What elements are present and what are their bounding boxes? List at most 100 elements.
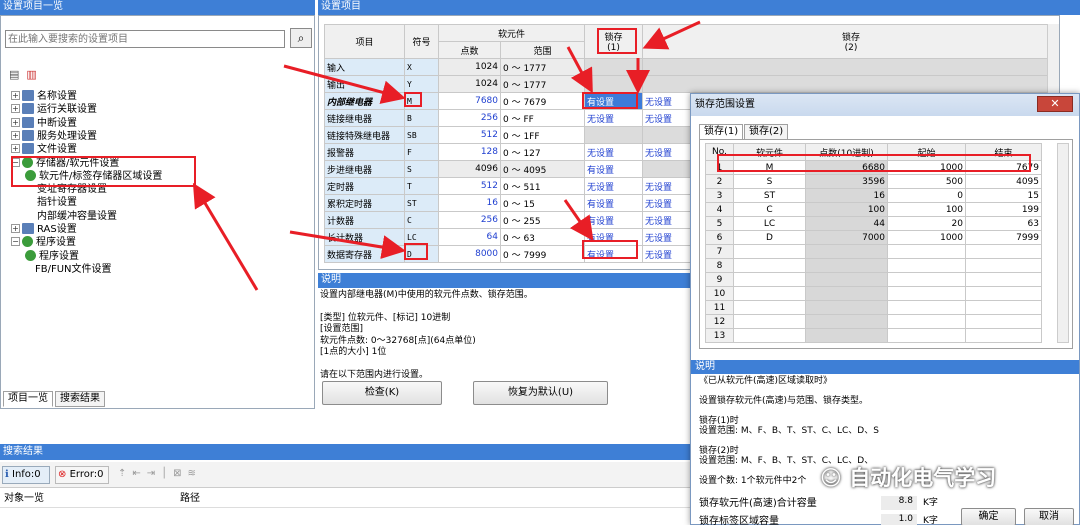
latch-end-cell[interactable]: 4095 <box>965 174 1042 189</box>
latch1-cell[interactable] <box>584 75 644 93</box>
latch-end-cell[interactable] <box>965 244 1042 259</box>
latch1-cell[interactable]: 无设置 <box>584 177 644 195</box>
points-cell[interactable]: 128 <box>438 143 501 161</box>
latch-device-cell[interactable]: C <box>733 202 806 217</box>
latch-end-cell[interactable]: 15 <box>965 188 1042 203</box>
latch-device-cell[interactable] <box>733 314 806 329</box>
tree-item[interactable]: − 程序设置 <box>11 236 76 250</box>
latch-end-cell[interactable]: 63 <box>965 216 1042 231</box>
latch-start-cell[interactable] <box>887 258 966 273</box>
tab-latch2[interactable]: 锁存(2) <box>744 124 789 140</box>
expand-all-icon[interactable]: ▤ <box>9 68 19 81</box>
latch2-cell[interactable] <box>642 58 1059 76</box>
search-nav-icons[interactable]: ⇡⇤⇥│⊠≋ <box>118 468 202 479</box>
expand-icon[interactable]: + <box>11 224 20 233</box>
latch-device-cell[interactable] <box>733 300 806 315</box>
tree-item[interactable]: 程序设置 <box>25 249 79 264</box>
latch-device-cell[interactable]: M <box>733 160 806 175</box>
latch-points-cell[interactable]: 100 <box>805 202 888 217</box>
cancel-button[interactable]: 取消 <box>1024 508 1074 525</box>
latch1-cell[interactable]: 有设置 <box>584 245 644 263</box>
latch-points-cell[interactable] <box>805 328 888 343</box>
latch-points-cell[interactable]: 3596 <box>805 174 888 189</box>
latch-end-cell[interactable]: 199 <box>965 202 1042 217</box>
tree-item[interactable]: 变址寄存器设置 <box>37 183 107 197</box>
latch-points-cell[interactable]: 16 <box>805 188 888 203</box>
tab-latch1[interactable]: 锁存(1) <box>699 124 744 140</box>
tab-search-results[interactable]: 搜索结果 <box>55 391 105 407</box>
latch1-cell[interactable]: 有设置 <box>584 160 644 178</box>
tree-item[interactable]: − 存储器/软元件设置 <box>11 156 119 171</box>
points-cell[interactable]: 512 <box>438 177 501 195</box>
latch2-cell[interactable] <box>642 75 1059 93</box>
col-path[interactable]: 路径 <box>180 490 200 508</box>
error-filter[interactable]: ⊗ Error:0 <box>55 466 109 484</box>
latch-device-cell[interactable] <box>733 272 806 287</box>
collapse-icon[interactable]: − <box>11 157 20 167</box>
restore-default-button[interactable]: 恢复为默认(U) <box>473 381 608 405</box>
tree-item[interactable]: + 中断设置 <box>11 116 77 131</box>
latch-points-cell[interactable] <box>805 286 888 301</box>
latch1-cell[interactable]: 有设置 <box>584 211 644 229</box>
tree-item[interactable]: + 文件设置 <box>11 143 77 157</box>
tree-item[interactable]: 内部缓冲容量设置 <box>37 210 117 224</box>
points-cell[interactable]: 1024 <box>438 75 501 93</box>
col-object-list[interactable]: 对象一览 <box>4 490 44 508</box>
latch1-cell[interactable] <box>584 58 644 76</box>
tab-project-list[interactable]: 项目一览 <box>3 391 53 407</box>
latch-device-cell[interactable] <box>733 286 806 301</box>
latch-device-cell[interactable] <box>733 244 806 259</box>
tree-item[interactable]: 指针设置 <box>37 196 77 210</box>
points-cell[interactable]: 256 <box>438 211 501 229</box>
tree-item[interactable]: FB/FUN文件设置 <box>35 263 112 277</box>
latch-scrollbar[interactable] <box>1057 143 1069 343</box>
tree-item[interactable]: + 服务处理设置 <box>11 129 97 144</box>
latch-start-cell[interactable] <box>887 244 966 259</box>
latch-points-cell[interactable]: 7000 <box>805 230 888 245</box>
points-cell[interactable]: 8000 <box>438 245 501 263</box>
latch-points-cell[interactable]: 6680 <box>805 160 888 175</box>
latch1-cell[interactable]: 无设置 <box>584 143 644 161</box>
latch-device-cell[interactable] <box>733 328 806 343</box>
points-cell[interactable]: 16 <box>438 194 501 212</box>
points-cell[interactable]: 512 <box>438 126 501 144</box>
points-cell[interactable]: 7680 <box>438 92 501 110</box>
search-button[interactable]: ⌕ <box>290 28 312 48</box>
latch-device-cell[interactable]: D <box>733 230 806 245</box>
latch-points-cell[interactable] <box>805 258 888 273</box>
points-cell[interactable]: 1024 <box>438 58 501 76</box>
expand-icon[interactable]: + <box>11 104 20 114</box>
expand-icon[interactable]: + <box>11 117 20 127</box>
points-cell[interactable]: 64 <box>438 228 501 246</box>
latch-points-cell[interactable] <box>805 314 888 329</box>
latch1-cell[interactable]: 有设置 <box>584 92 644 110</box>
latch-end-cell[interactable] <box>965 272 1042 287</box>
check-button[interactable]: 检查(K) <box>322 381 442 405</box>
latch-end-cell[interactable] <box>965 314 1042 329</box>
latch-start-cell[interactable] <box>887 300 966 315</box>
latch-points-cell[interactable]: 44 <box>805 216 888 231</box>
latch-device-cell[interactable]: S <box>733 174 806 189</box>
expand-icon[interactable]: + <box>11 130 20 140</box>
latch-start-cell[interactable]: 1000 <box>887 160 966 175</box>
expand-icon[interactable]: + <box>11 91 20 100</box>
collapse-all-icon[interactable]: ▥ <box>26 68 36 81</box>
latch-points-cell[interactable] <box>805 300 888 315</box>
latch1-cell[interactable]: 无设置 <box>584 109 644 127</box>
latch-start-cell[interactable]: 1000 <box>887 230 966 245</box>
points-cell[interactable]: 4096 <box>438 160 501 178</box>
search-input[interactable] <box>5 30 285 48</box>
latch-end-cell[interactable]: 7999 <box>965 230 1042 245</box>
latch-start-cell[interactable] <box>887 286 966 301</box>
latch-start-cell[interactable]: 20 <box>887 216 966 231</box>
close-icon[interactable]: ✕ <box>1037 96 1073 112</box>
latch1-cell[interactable]: 有设置 <box>584 228 644 246</box>
latch-start-cell[interactable] <box>887 328 966 343</box>
latch-start-cell[interactable] <box>887 314 966 329</box>
tree-item[interactable]: + RAS设置 <box>11 223 77 237</box>
latch-end-cell[interactable]: 7679 <box>965 160 1042 175</box>
latch-device-cell[interactable] <box>733 258 806 273</box>
latch-end-cell[interactable] <box>965 328 1042 343</box>
expand-icon[interactable]: + <box>11 144 20 154</box>
ok-button[interactable]: 确定 <box>961 508 1016 525</box>
